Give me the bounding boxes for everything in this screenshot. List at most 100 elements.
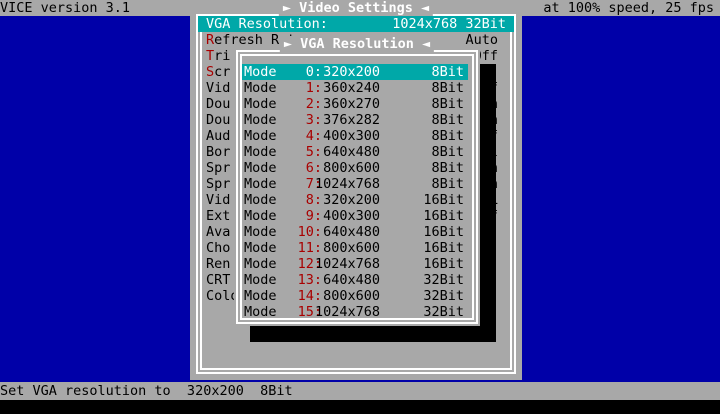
resolution-mode-item[interactable]: Mode 12: 1024x768 16Bit bbox=[242, 256, 468, 272]
mode-resolution: 640x480 bbox=[323, 272, 380, 288]
mode-number: 3: bbox=[305, 112, 322, 128]
resolution-mode-item[interactable]: Mode 13: 640x480 32Bit bbox=[242, 272, 468, 288]
resolution-mode-item[interactable]: Mode 8: 320x200 16Bit bbox=[242, 192, 468, 208]
mode-resolution: 360x270 bbox=[323, 96, 380, 112]
mode-depth: 8Bit bbox=[431, 144, 464, 160]
mode-number: 11: bbox=[297, 240, 322, 256]
mode-number: 4: bbox=[305, 128, 322, 144]
mode-resolution: 360x240 bbox=[323, 80, 380, 96]
mode-resolution: 800x600 bbox=[323, 160, 380, 176]
dialog-title: ► Video Settings ◄ bbox=[278, 0, 434, 16]
resolution-mode-item[interactable]: Mode 9: 400x300 16Bit bbox=[242, 208, 468, 224]
settings-row-label: Spr bbox=[206, 160, 231, 176]
resolution-mode-item[interactable]: Mode 4: 400x300 8Bit bbox=[242, 128, 468, 144]
mode-resolution: 800x600 bbox=[323, 288, 380, 304]
triangle-left-icon: ◄ bbox=[413, 36, 431, 52]
mode-depth: 16Bit bbox=[423, 208, 464, 224]
submenu-title: ► VGA Resolution ◄ bbox=[279, 36, 435, 52]
settings-row-label: Vid bbox=[206, 80, 231, 96]
mode-resolution: 1024x768 bbox=[314, 304, 380, 320]
mode-label: Mode bbox=[244, 240, 277, 256]
submenu-shadow-bottom bbox=[250, 326, 496, 342]
mode-depth: 8Bit bbox=[431, 176, 464, 192]
mode-label: Mode bbox=[244, 304, 277, 320]
mode-label: Mode bbox=[244, 112, 277, 128]
triangle-right-icon: ► bbox=[283, 36, 301, 52]
mode-depth: 16Bit bbox=[423, 224, 464, 240]
mode-number: 2: bbox=[305, 96, 322, 112]
mode-resolution: 1024x768 bbox=[314, 256, 380, 272]
resolution-mode-item[interactable]: Mode 5: 640x480 8Bit bbox=[242, 144, 468, 160]
app-version-label: VICE version 3.1 bbox=[0, 0, 131, 16]
mode-label: Mode bbox=[244, 144, 277, 160]
mode-number: 9: bbox=[305, 208, 322, 224]
mode-label: Mode bbox=[244, 224, 277, 240]
hotkey-letter: R bbox=[206, 32, 215, 48]
submenu-shadow-right bbox=[480, 64, 496, 342]
settings-row-label: Tri bbox=[206, 48, 231, 64]
settings-row-label: Ren bbox=[206, 256, 231, 272]
mode-number: 13: bbox=[297, 272, 322, 288]
mode-depth: 8Bit bbox=[431, 96, 464, 112]
mode-label: Mode bbox=[244, 192, 277, 208]
resolution-mode-item[interactable]: Mode 10: 640x480 16Bit bbox=[242, 224, 468, 240]
settings-row-label: Spr bbox=[206, 176, 231, 192]
resolution-mode-item[interactable]: Mode 0: 320x200 8Bit bbox=[242, 64, 468, 80]
resolution-mode-item[interactable]: Mode 1: 360x240 8Bit bbox=[242, 80, 468, 96]
resolution-mode-item[interactable]: Mode 7: 1024x768 8Bit bbox=[242, 176, 468, 192]
mode-resolution: 320x200 bbox=[323, 64, 380, 80]
mode-label: Mode bbox=[244, 208, 277, 224]
mode-resolution: 400x300 bbox=[323, 208, 380, 224]
settings-row-label: Ava bbox=[206, 224, 231, 240]
mode-label: Mode bbox=[244, 80, 277, 96]
mode-depth: 8Bit bbox=[431, 128, 464, 144]
settings-row-label: Dou bbox=[206, 96, 231, 112]
resolution-mode-item[interactable]: Mode 11: 800x600 16Bit bbox=[242, 240, 468, 256]
mode-label: Mode bbox=[244, 96, 277, 112]
mode-depth: 32Bit bbox=[423, 304, 464, 320]
status-message: Set VGA resolution to 320x200 8Bit bbox=[0, 383, 293, 399]
mode-number: 10: bbox=[297, 224, 322, 240]
mode-number: 5: bbox=[305, 144, 322, 160]
settings-row-label: Cho bbox=[206, 240, 231, 256]
triangle-right-icon: ► bbox=[282, 0, 300, 16]
resolution-mode-item[interactable]: Mode 14: 800x600 32Bit bbox=[242, 288, 468, 304]
mode-resolution: 640x480 bbox=[323, 224, 380, 240]
mode-depth: 16Bit bbox=[423, 192, 464, 208]
hotkey-letter: T bbox=[206, 48, 215, 64]
triangle-left-icon: ◄ bbox=[412, 0, 430, 16]
resolution-mode-item[interactable]: Mode 15: 1024x768 32Bit bbox=[242, 304, 468, 320]
settings-row-label: Bor bbox=[206, 144, 231, 160]
mode-depth: 16Bit bbox=[423, 256, 464, 272]
mode-depth: 32Bit bbox=[423, 272, 464, 288]
mode-number: 6: bbox=[305, 160, 322, 176]
settings-row-label: Ext bbox=[206, 208, 231, 224]
resolution-mode-item[interactable]: Mode 3: 376x282 8Bit bbox=[242, 112, 468, 128]
settings-row-label: Scr bbox=[206, 64, 231, 80]
settings-row-label: Aud bbox=[206, 128, 231, 144]
mode-label: Mode bbox=[244, 160, 277, 176]
settings-row-label: Vid bbox=[206, 192, 231, 208]
mode-number: 0: bbox=[305, 64, 322, 80]
hotkey-letter: S bbox=[206, 64, 215, 80]
mode-depth: 8Bit bbox=[431, 80, 464, 96]
mode-number: 1: bbox=[305, 80, 322, 96]
mode-depth: 16Bit bbox=[423, 240, 464, 256]
mode-label: Mode bbox=[244, 288, 277, 304]
dialog-title-text: Video Settings bbox=[299, 0, 413, 16]
settings-row-value: 1024x768 32Bit bbox=[392, 16, 506, 32]
resolution-mode-item[interactable]: Mode 2: 360x270 8Bit bbox=[242, 96, 468, 112]
settings-row[interactable]: VGA Resolution: 1024x768 32Bit bbox=[198, 16, 514, 32]
mode-resolution: 640x480 bbox=[323, 144, 380, 160]
mode-number: 14: bbox=[297, 288, 322, 304]
mode-label: Mode bbox=[244, 176, 277, 192]
mode-resolution: 800x600 bbox=[323, 240, 380, 256]
mode-depth: 32Bit bbox=[423, 288, 464, 304]
mode-resolution: 1024x768 bbox=[314, 176, 380, 192]
speed-fps-label: at 100% speed, 25 fps bbox=[543, 0, 714, 16]
settings-row-label: Dou bbox=[206, 112, 231, 128]
resolution-mode-item[interactable]: Mode 6: 800x600 8Bit bbox=[242, 160, 468, 176]
bottom-status-bar: Set VGA resolution to 320x200 8Bit bbox=[0, 382, 720, 400]
mode-label: Mode bbox=[244, 256, 277, 272]
mode-depth: 8Bit bbox=[431, 64, 464, 80]
